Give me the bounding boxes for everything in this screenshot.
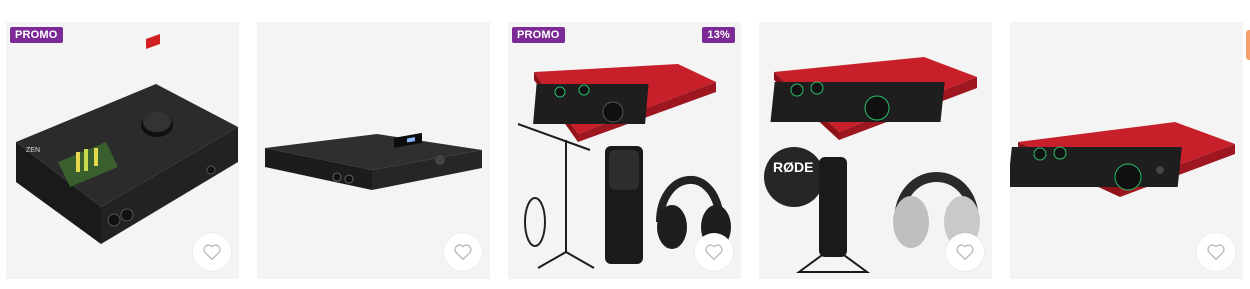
discount-badge: 13% [702, 27, 735, 43]
favorite-button[interactable] [444, 233, 482, 271]
product-card[interactable]: PROMO 13% [508, 22, 741, 279]
promo-badge: PROMO [512, 27, 565, 43]
favorite-button[interactable] [695, 233, 733, 271]
svg-text:ZEN: ZEN [26, 147, 40, 154]
product-card[interactable]: ZEN PROMO [6, 22, 239, 279]
favorite-button[interactable] [946, 233, 984, 271]
product-card[interactable] [257, 22, 490, 279]
heart-icon [956, 244, 974, 261]
favorite-button[interactable] [1197, 233, 1235, 271]
heart-icon [705, 244, 723, 261]
heart-icon [1207, 244, 1225, 261]
edge-accent-tab[interactable] [1246, 30, 1250, 60]
favorite-button[interactable] [193, 233, 231, 271]
heart-icon [203, 244, 221, 261]
promo-badge: PROMO [10, 27, 63, 43]
product-card[interactable] [1010, 22, 1243, 279]
heart-icon [454, 244, 472, 261]
svg-text:RØDE: RØDE [773, 159, 813, 175]
product-card[interactable]: RØDE [759, 22, 992, 279]
product-grid: ZEN PROMO PROMO 13% RØDE [0, 0, 1250, 289]
